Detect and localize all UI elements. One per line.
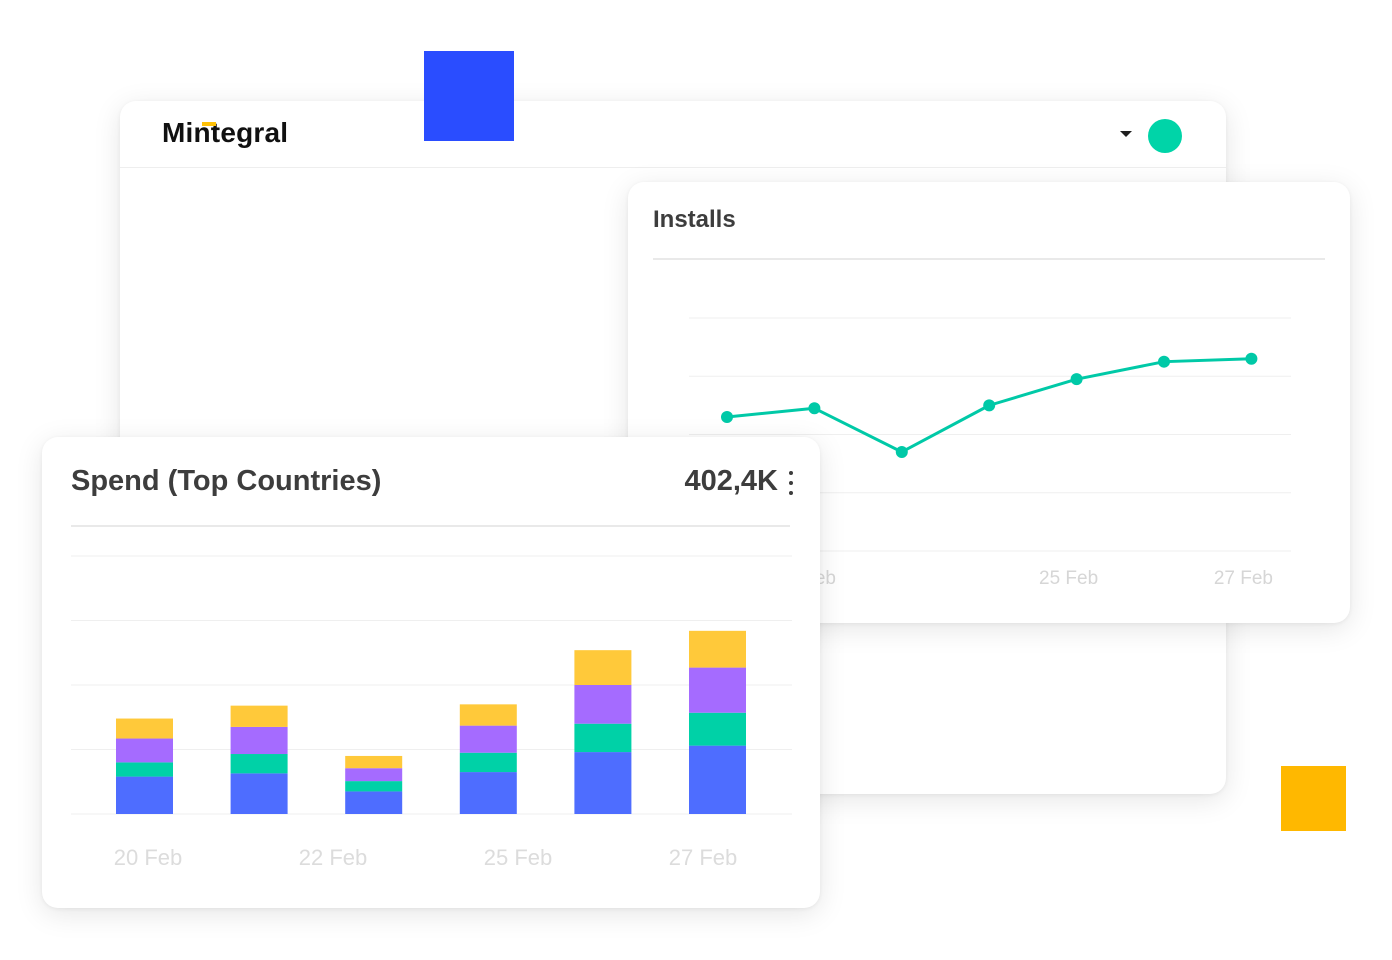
caret-down-icon[interactable] — [1120, 131, 1132, 137]
installs-data-point — [808, 402, 821, 415]
logo-text: Mintegral — [162, 117, 289, 148]
spend-bar-segment — [459, 725, 517, 753]
spend-bar-segment — [574, 650, 632, 685]
spend-bar-segment — [230, 705, 288, 727]
installs-data-point — [721, 411, 733, 424]
spend-x-tick-label: 25 Feb — [484, 845, 553, 870]
spend-x-tick-label: 27 Feb — [669, 845, 738, 870]
spend-bar-segment — [574, 723, 632, 753]
logo-accent-bar — [202, 122, 216, 126]
spend-bar-segment — [116, 762, 173, 777]
spend-bar-segment — [345, 781, 403, 792]
spend-bar-segment — [689, 712, 746, 746]
spend-bar-segment — [689, 667, 746, 713]
mintegral-logo[interactable]: Mintegral — [162, 117, 288, 149]
installs-data-point — [983, 399, 996, 412]
installs-data-point — [1158, 355, 1170, 368]
spend-bar-segment — [345, 755, 403, 769]
spend-bar-segment — [116, 738, 173, 763]
spend-bar-segment — [345, 791, 403, 814]
spend-bar-chart: 20 Feb 22 Feb 25 Feb 27 Feb — [71, 555, 792, 870]
spend-bar-segment — [459, 704, 517, 726]
spend-bar-segment — [689, 630, 746, 668]
avatar[interactable] — [1148, 119, 1182, 153]
spend-bar-segment — [459, 772, 517, 814]
app-header: Mintegral — [120, 101, 1226, 168]
spend-x-tick-label: 20 Feb — [114, 845, 183, 870]
spend-bar-segment — [459, 752, 517, 773]
spend-bar-segment — [116, 776, 173, 814]
spend-bar-segment — [116, 718, 173, 739]
spend-bar-segment — [574, 685, 632, 724]
spend-bar-segment — [689, 745, 746, 814]
installs-x-tick-label: 27 Feb — [1214, 568, 1273, 589]
installs-data-point — [895, 445, 908, 458]
spend-bar-segment — [345, 768, 403, 782]
installs-x-tick-label: 25 Feb — [1039, 568, 1098, 589]
spend-x-tick-label: 22 Feb — [299, 845, 368, 870]
spend-bar-segment — [230, 773, 288, 814]
installs-data-point — [1245, 352, 1258, 365]
installs-data-point — [1070, 373, 1083, 386]
spend-bar-segment — [230, 726, 288, 755]
spend-bar-segment — [230, 754, 288, 774]
decorative-blue-square — [424, 51, 514, 141]
spend-card: Spend (Top Countries) 402,4K 20 Feb 22 Fe… — [42, 437, 820, 908]
spend-bar-segment — [574, 752, 632, 814]
decorative-yellow-square — [1281, 766, 1346, 831]
